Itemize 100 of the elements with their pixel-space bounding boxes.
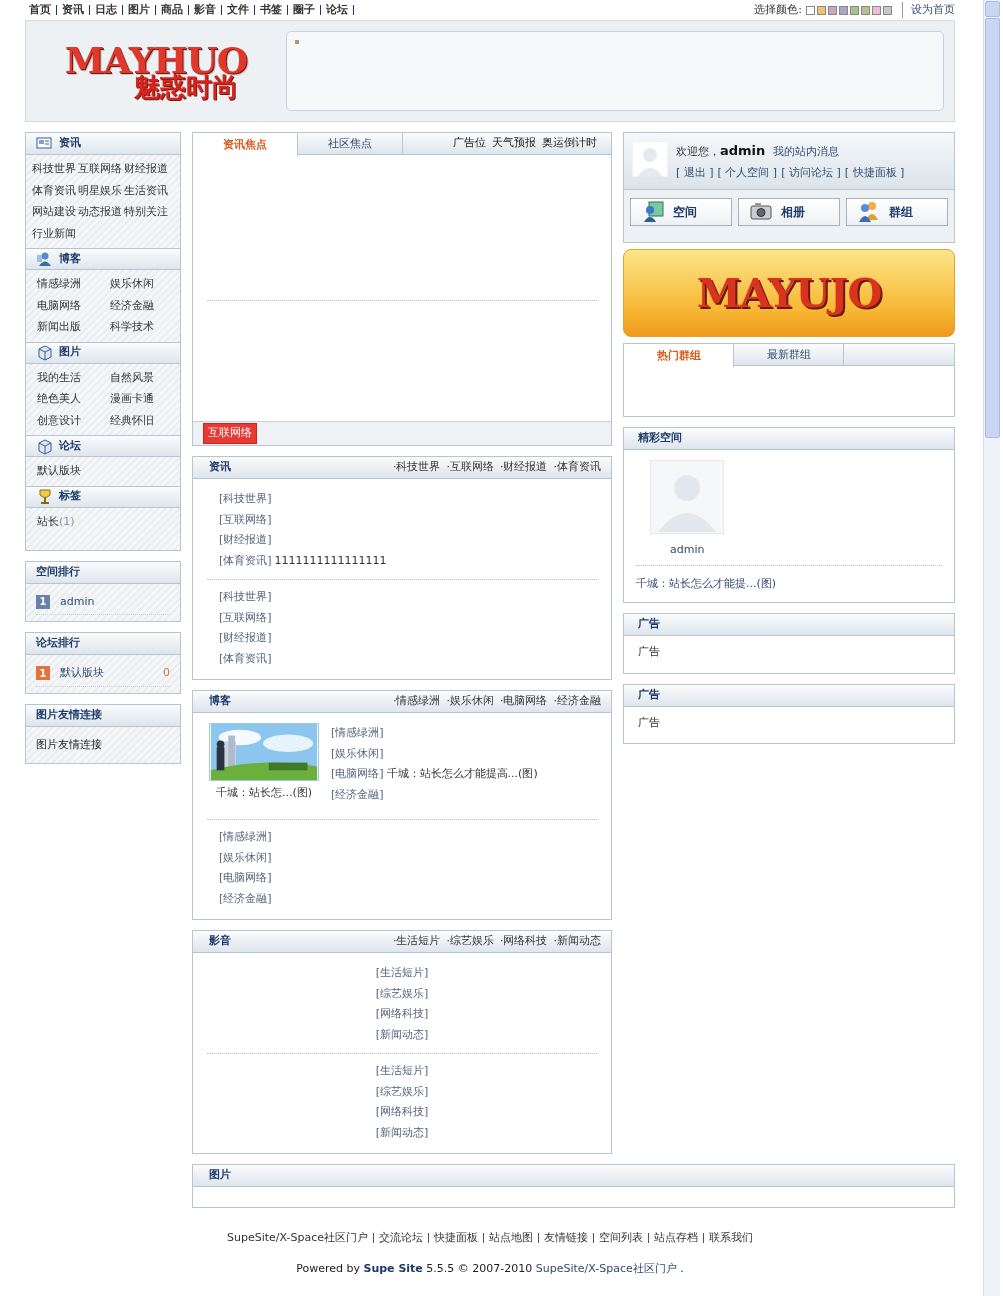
category-link[interactable]: 互联网络: [78, 158, 122, 180]
footer-link[interactable]: 空间列表: [593, 1233, 648, 1243]
footer-link[interactable]: SupeSite/X-Space社区门户: [535, 1261, 677, 1275]
category-link[interactable]: [生活短片]: [375, 966, 429, 979]
color-swatch[interactable]: [883, 5, 892, 15]
category-link[interactable]: 情感绿洲: [37, 273, 110, 295]
category-link[interactable]: [科技世界]: [219, 590, 272, 603]
category-link[interactable]: 网站建设: [32, 201, 76, 223]
category-link[interactable]: 财经报道: [124, 158, 168, 180]
category-link[interactable]: [娱乐休闲]: [331, 746, 384, 760]
nav-link[interactable]: 书签: [255, 4, 288, 15]
category-link[interactable]: ·情感绿洲: [393, 693, 441, 710]
category-link[interactable]: [科技世界]: [219, 492, 272, 505]
category-link[interactable]: 行业新闻: [32, 222, 76, 244]
category-link[interactable]: [情感绿洲]: [331, 726, 384, 739]
category-link[interactable]: ·科技世界: [393, 459, 441, 476]
category-link[interactable]: 电脑网络: [37, 294, 110, 316]
nav-link[interactable]: 日志: [90, 4, 123, 15]
focus-tab[interactable]: 社区焦点: [298, 133, 403, 154]
set-home-link[interactable]: 设为首页: [902, 1, 955, 19]
user-link[interactable]: [ 访问论坛 ]: [781, 164, 841, 181]
category-link[interactable]: [娱乐休闲]: [219, 850, 272, 864]
category-link[interactable]: ·新闻动态: [553, 933, 601, 950]
footer-link[interactable]: 站点地图: [483, 1233, 538, 1243]
category-link[interactable]: ·互联网络: [446, 459, 494, 476]
color-swatch[interactable]: [806, 5, 815, 15]
nav-link[interactable]: 文件: [222, 4, 255, 15]
article-link[interactable]: 千城：站长怎么才能提...(图): [636, 576, 777, 590]
category-link[interactable]: [财经报道]: [219, 533, 272, 546]
category-link[interactable]: 特别关注: [124, 201, 168, 223]
nav-link[interactable]: 资讯: [57, 4, 90, 15]
user-link[interactable]: [ 退出 ]: [676, 164, 714, 181]
footer-link[interactable]: SupeSite/X-Space社区门户: [222, 1233, 373, 1243]
tag-link[interactable]: 站长(1): [37, 514, 75, 528]
category-link[interactable]: ·网络科技: [500, 933, 548, 950]
article-link[interactable]: 1111111111111111: [274, 553, 387, 567]
user-link[interactable]: [ 个人空间 ]: [717, 164, 778, 181]
category-link[interactable]: [生活短片]: [375, 1064, 429, 1077]
category-link[interactable]: [财经报道]: [219, 631, 272, 644]
nav-link[interactable]: 影音: [189, 4, 222, 15]
footer-link[interactable]: 交流论坛: [373, 1233, 428, 1243]
category-link[interactable]: 生活资讯: [124, 179, 168, 201]
category-link[interactable]: ·财经报道: [500, 459, 548, 476]
category-link[interactable]: [新闻动态]: [375, 1027, 429, 1041]
category-link[interactable]: 自然风景: [110, 366, 171, 388]
extra-link[interactable]: 天气预报: [492, 135, 536, 152]
article-link[interactable]: 千城：站长怎...(图): [209, 785, 319, 802]
extra-link[interactable]: 奥运倒计时: [542, 135, 597, 152]
category-link[interactable]: [电脑网络]: [331, 767, 384, 780]
category-link[interactable]: ·电脑网络: [500, 693, 548, 710]
category-tag[interactable]: 互联网络: [203, 423, 257, 444]
scrollbar-thumb[interactable]: [984, 18, 1000, 438]
color-swatch[interactable]: [839, 5, 848, 15]
color-swatch[interactable]: [850, 5, 859, 15]
category-link[interactable]: [综艺娱乐]: [375, 986, 429, 1000]
action-button[interactable]: 相册: [738, 198, 840, 226]
category-link[interactable]: 动态报道: [78, 201, 122, 223]
article-link[interactable]: 千城：站长怎么才能提高...(图): [386, 767, 538, 780]
category-link[interactable]: ·综艺娱乐: [446, 933, 494, 950]
category-link[interactable]: ·娱乐休闲: [446, 693, 494, 710]
action-button[interactable]: 空间: [630, 198, 732, 226]
nav-link[interactable]: 圈子: [288, 4, 321, 15]
footer-link[interactable]: 站点存档: [648, 1233, 703, 1243]
category-link[interactable]: 漫画卡通: [110, 388, 171, 410]
category-link[interactable]: 创意设计: [37, 409, 110, 431]
category-link[interactable]: [经济金融]: [219, 891, 272, 905]
color-swatch[interactable]: [861, 5, 870, 15]
category-link[interactable]: 经济金融: [110, 294, 171, 316]
category-link[interactable]: 绝色美人: [37, 388, 110, 410]
category-link[interactable]: 娱乐休闲: [110, 273, 171, 295]
category-link[interactable]: [体育资讯]: [219, 553, 272, 567]
nav-link[interactable]: 论坛: [321, 4, 354, 15]
category-link[interactable]: 我的生活: [37, 366, 110, 388]
friend-link[interactable]: 图片友情连接: [36, 737, 102, 751]
nav-link[interactable]: 商品: [156, 4, 189, 15]
category-link[interactable]: 明星娱乐: [78, 179, 122, 201]
category-link[interactable]: [网络科技]: [375, 1105, 429, 1118]
group-tab[interactable]: 最新群组: [734, 344, 844, 365]
category-link[interactable]: 科技世界: [32, 158, 76, 180]
color-swatch[interactable]: [817, 5, 826, 15]
category-link[interactable]: [电脑网络]: [219, 871, 272, 884]
footer-link[interactable]: 快捷面板: [428, 1233, 483, 1243]
category-link[interactable]: ·体育资讯: [553, 459, 601, 476]
category-link[interactable]: [互联网络]: [219, 512, 272, 526]
action-button[interactable]: 群组: [846, 198, 948, 226]
group-tab[interactable]: 热门群组: [624, 344, 734, 367]
category-link[interactable]: [体育资讯]: [219, 651, 272, 665]
rank-link[interactable]: admin: [60, 593, 95, 610]
category-link[interactable]: ·经济金融: [553, 693, 601, 710]
nav-link[interactable]: 图片: [123, 4, 156, 15]
footer-link[interactable]: 友情链接: [538, 1233, 593, 1243]
category-link[interactable]: ·生活短片: [393, 933, 441, 950]
color-swatch[interactable]: [872, 5, 881, 15]
category-link[interactable]: [新闻动态]: [375, 1125, 429, 1139]
messages-link[interactable]: 我的站内消息: [773, 145, 840, 158]
category-link[interactable]: [经济金融]: [331, 787, 384, 801]
category-link[interactable]: 体育资讯: [32, 179, 76, 201]
category-link[interactable]: [互联网络]: [219, 610, 272, 624]
category-link[interactable]: [网络科技]: [375, 1007, 429, 1020]
rank-link[interactable]: 默认版块: [60, 665, 104, 682]
